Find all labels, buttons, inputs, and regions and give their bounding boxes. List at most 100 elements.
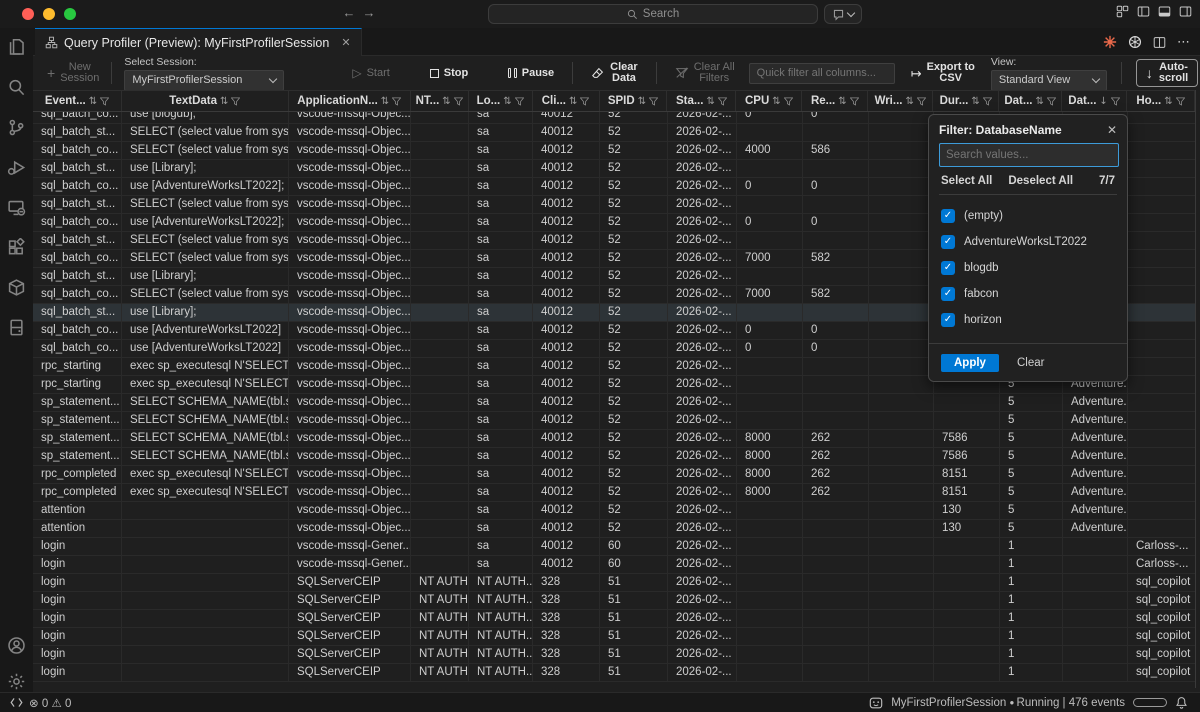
run-debug-icon[interactable] <box>0 152 33 182</box>
checkbox-checked-icon[interactable]: ✓ <box>941 209 955 223</box>
table-row[interactable]: sp_statement...SELECT SCHEMA_NAME(tbl.sc… <box>33 412 1195 430</box>
table-row[interactable]: rpc_completedexec sp_executesql N'SELECT… <box>33 484 1195 502</box>
sort-icon[interactable]: ⇅ <box>381 96 389 107</box>
table-row[interactable]: rpc_completedexec sp_executesql N'SELECT… <box>33 466 1195 484</box>
apply-button[interactable]: Apply <box>941 354 999 372</box>
tab-close-icon[interactable]: ✕ <box>341 36 350 49</box>
column-header-text[interactable]: TextData⇅ <box>122 91 289 111</box>
clear-data-button[interactable]: Clear Data <box>591 62 638 84</box>
tab-query-profiler[interactable]: Query Profiler (Preview): MyFirstProfile… <box>35 28 362 56</box>
filter-funnel-icon[interactable] <box>515 97 524 106</box>
sort-desc-icon[interactable]: ↓ <box>1099 96 1107 107</box>
table-row[interactable]: loginvscode-mssql-Gener...sa40012602026-… <box>33 538 1195 556</box>
filter-option-fabcon[interactable]: ✓fabcon <box>941 281 1115 307</box>
column-header-ho[interactable]: Ho...⇅ <box>1127 91 1195 111</box>
view-dropdown[interactable]: Standard View <box>991 70 1107 91</box>
filter-funnel-icon[interactable] <box>580 97 589 106</box>
sort-icon[interactable]: ⇅ <box>772 96 780 107</box>
starburst-icon[interactable] <box>1103 35 1117 49</box>
sort-icon[interactable]: ⇅ <box>905 96 913 107</box>
window-zoom-button[interactable] <box>64 8 76 20</box>
filter-funnel-icon[interactable] <box>917 97 926 106</box>
column-header-cli[interactable]: Cli...⇅ <box>533 91 600 111</box>
sort-icon[interactable]: ⇅ <box>1035 96 1043 107</box>
column-header-dur[interactable]: Dur...⇅ <box>933 91 999 111</box>
select-all-button[interactable]: Select All <box>941 175 992 187</box>
filter-funnel-icon[interactable] <box>649 97 658 106</box>
stop-button[interactable]: Stop <box>430 68 468 79</box>
table-row[interactable]: sp_statement...SELECT SCHEMA_NAME(tbl.sc… <box>33 430 1195 448</box>
filter-funnel-icon[interactable] <box>100 97 109 106</box>
customize-layout-icon[interactable] <box>1116 5 1129 18</box>
column-header-re[interactable]: Re...⇅ <box>802 91 868 111</box>
sort-icon[interactable]: ⇅ <box>1164 96 1172 107</box>
sort-icon[interactable]: ⇅ <box>220 96 228 107</box>
column-header-event[interactable]: Event...⇅ <box>33 91 122 111</box>
feedback-icon[interactable] <box>869 696 883 710</box>
sort-icon[interactable]: ⇅ <box>569 96 577 107</box>
new-session-button[interactable]: + New Session <box>47 62 99 84</box>
table-row[interactable]: loginSQLServerCEIPNT AUTH...NT AUTH...32… <box>33 610 1195 628</box>
containers-icon[interactable] <box>0 272 33 302</box>
more-actions-icon[interactable]: ⋯ <box>1177 34 1190 50</box>
source-control-icon[interactable] <box>0 112 33 142</box>
column-header-lo[interactable]: Lo...⇅ <box>469 91 533 111</box>
column-header-sta[interactable]: Sta...⇅ <box>667 91 736 111</box>
filter-funnel-icon[interactable] <box>1111 97 1120 106</box>
sort-icon[interactable]: ⇅ <box>89 96 97 107</box>
sort-icon[interactable]: ⇅ <box>706 96 714 107</box>
checkbox-checked-icon[interactable]: ✓ <box>941 261 955 275</box>
close-icon[interactable]: ✕ <box>1107 123 1117 137</box>
window-minimize-button[interactable] <box>43 8 55 20</box>
clear-all-filters-button[interactable]: Clear All Filters <box>675 62 735 84</box>
filter-funnel-icon[interactable] <box>1176 97 1185 106</box>
checkbox-checked-icon[interactable]: ✓ <box>941 235 955 249</box>
filter-funnel-icon[interactable] <box>231 97 240 106</box>
command-center-search[interactable]: Search <box>488 4 818 24</box>
nav-back-icon[interactable]: ← <box>340 5 358 20</box>
table-row[interactable]: loginSQLServerCEIPNT AUTH...NT AUTH...32… <box>33 574 1195 592</box>
sort-icon[interactable]: ⇅ <box>638 96 646 107</box>
column-header-spid[interactable]: SPID⇅ <box>600 91 668 111</box>
filter-search-input[interactable] <box>939 143 1119 167</box>
filter-funnel-icon[interactable] <box>983 97 992 106</box>
column-header-cpu[interactable]: CPU⇅ <box>736 91 802 111</box>
filter-funnel-icon[interactable] <box>392 97 401 106</box>
sort-icon[interactable]: ⇅ <box>838 96 846 107</box>
explorer-icon[interactable] <box>0 32 33 62</box>
deselect-all-button[interactable]: Deselect All <box>1008 175 1073 187</box>
search-icon[interactable] <box>0 72 33 102</box>
clear-button[interactable]: Clear <box>1017 357 1044 369</box>
filter-funnel-icon[interactable] <box>850 97 859 106</box>
filter-funnel-icon[interactable] <box>718 97 727 106</box>
table-row[interactable]: loginSQLServerCEIPNT AUTH...NT AUTH...32… <box>33 646 1195 664</box>
database-projects-icon[interactable] <box>0 312 33 342</box>
auto-scroll-button[interactable]: ↓ Auto- scroll <box>1136 59 1198 87</box>
table-row[interactable]: sp_statement...SELECT SCHEMA_NAME(tbl.sc… <box>33 394 1195 412</box>
table-row[interactable]: attentionvscode-mssql-Objec...sa40012522… <box>33 520 1195 538</box>
quick-filter-input[interactable] <box>749 63 895 84</box>
column-header-wri[interactable]: Wri...⇅ <box>868 91 933 111</box>
pause-button[interactable]: Pause <box>508 68 554 79</box>
table-row[interactable]: attentionvscode-mssql-Objec...sa40012522… <box>33 502 1195 520</box>
filter-funnel-icon[interactable] <box>1047 97 1056 106</box>
toggle-panel-icon[interactable] <box>1158 5 1171 18</box>
filter-option--empty-[interactable]: ✓(empty) <box>941 203 1115 229</box>
checkbox-checked-icon[interactable]: ✓ <box>941 313 955 327</box>
table-row[interactable]: loginSQLServerCEIPNT AUTH...NT AUTH...32… <box>33 592 1195 610</box>
remote-explorer-icon[interactable] <box>0 192 33 222</box>
sort-icon[interactable]: ⇅ <box>503 96 511 107</box>
column-header-nt[interactable]: NT...⇅ <box>411 91 469 111</box>
column-header-dat2[interactable]: Dat...↓ <box>1062 91 1127 111</box>
account-icon[interactable] <box>0 630 33 660</box>
bell-icon[interactable] <box>1175 696 1188 709</box>
select-session-dropdown[interactable]: MyFirstProfilerSession <box>124 70 284 91</box>
column-header-dat1[interactable]: Dat...⇅ <box>999 91 1062 111</box>
sort-icon[interactable]: ⇅ <box>442 96 450 107</box>
knot-icon[interactable] <box>1128 35 1142 49</box>
checkbox-checked-icon[interactable]: ✓ <box>941 287 955 301</box>
filter-funnel-icon[interactable] <box>454 97 463 106</box>
toggle-primary-sidebar-icon[interactable] <box>1137 5 1150 18</box>
start-button[interactable]: ▷ Start <box>352 68 389 79</box>
table-row[interactable]: sp_statement...SELECT SCHEMA_NAME(tbl.sc… <box>33 448 1195 466</box>
